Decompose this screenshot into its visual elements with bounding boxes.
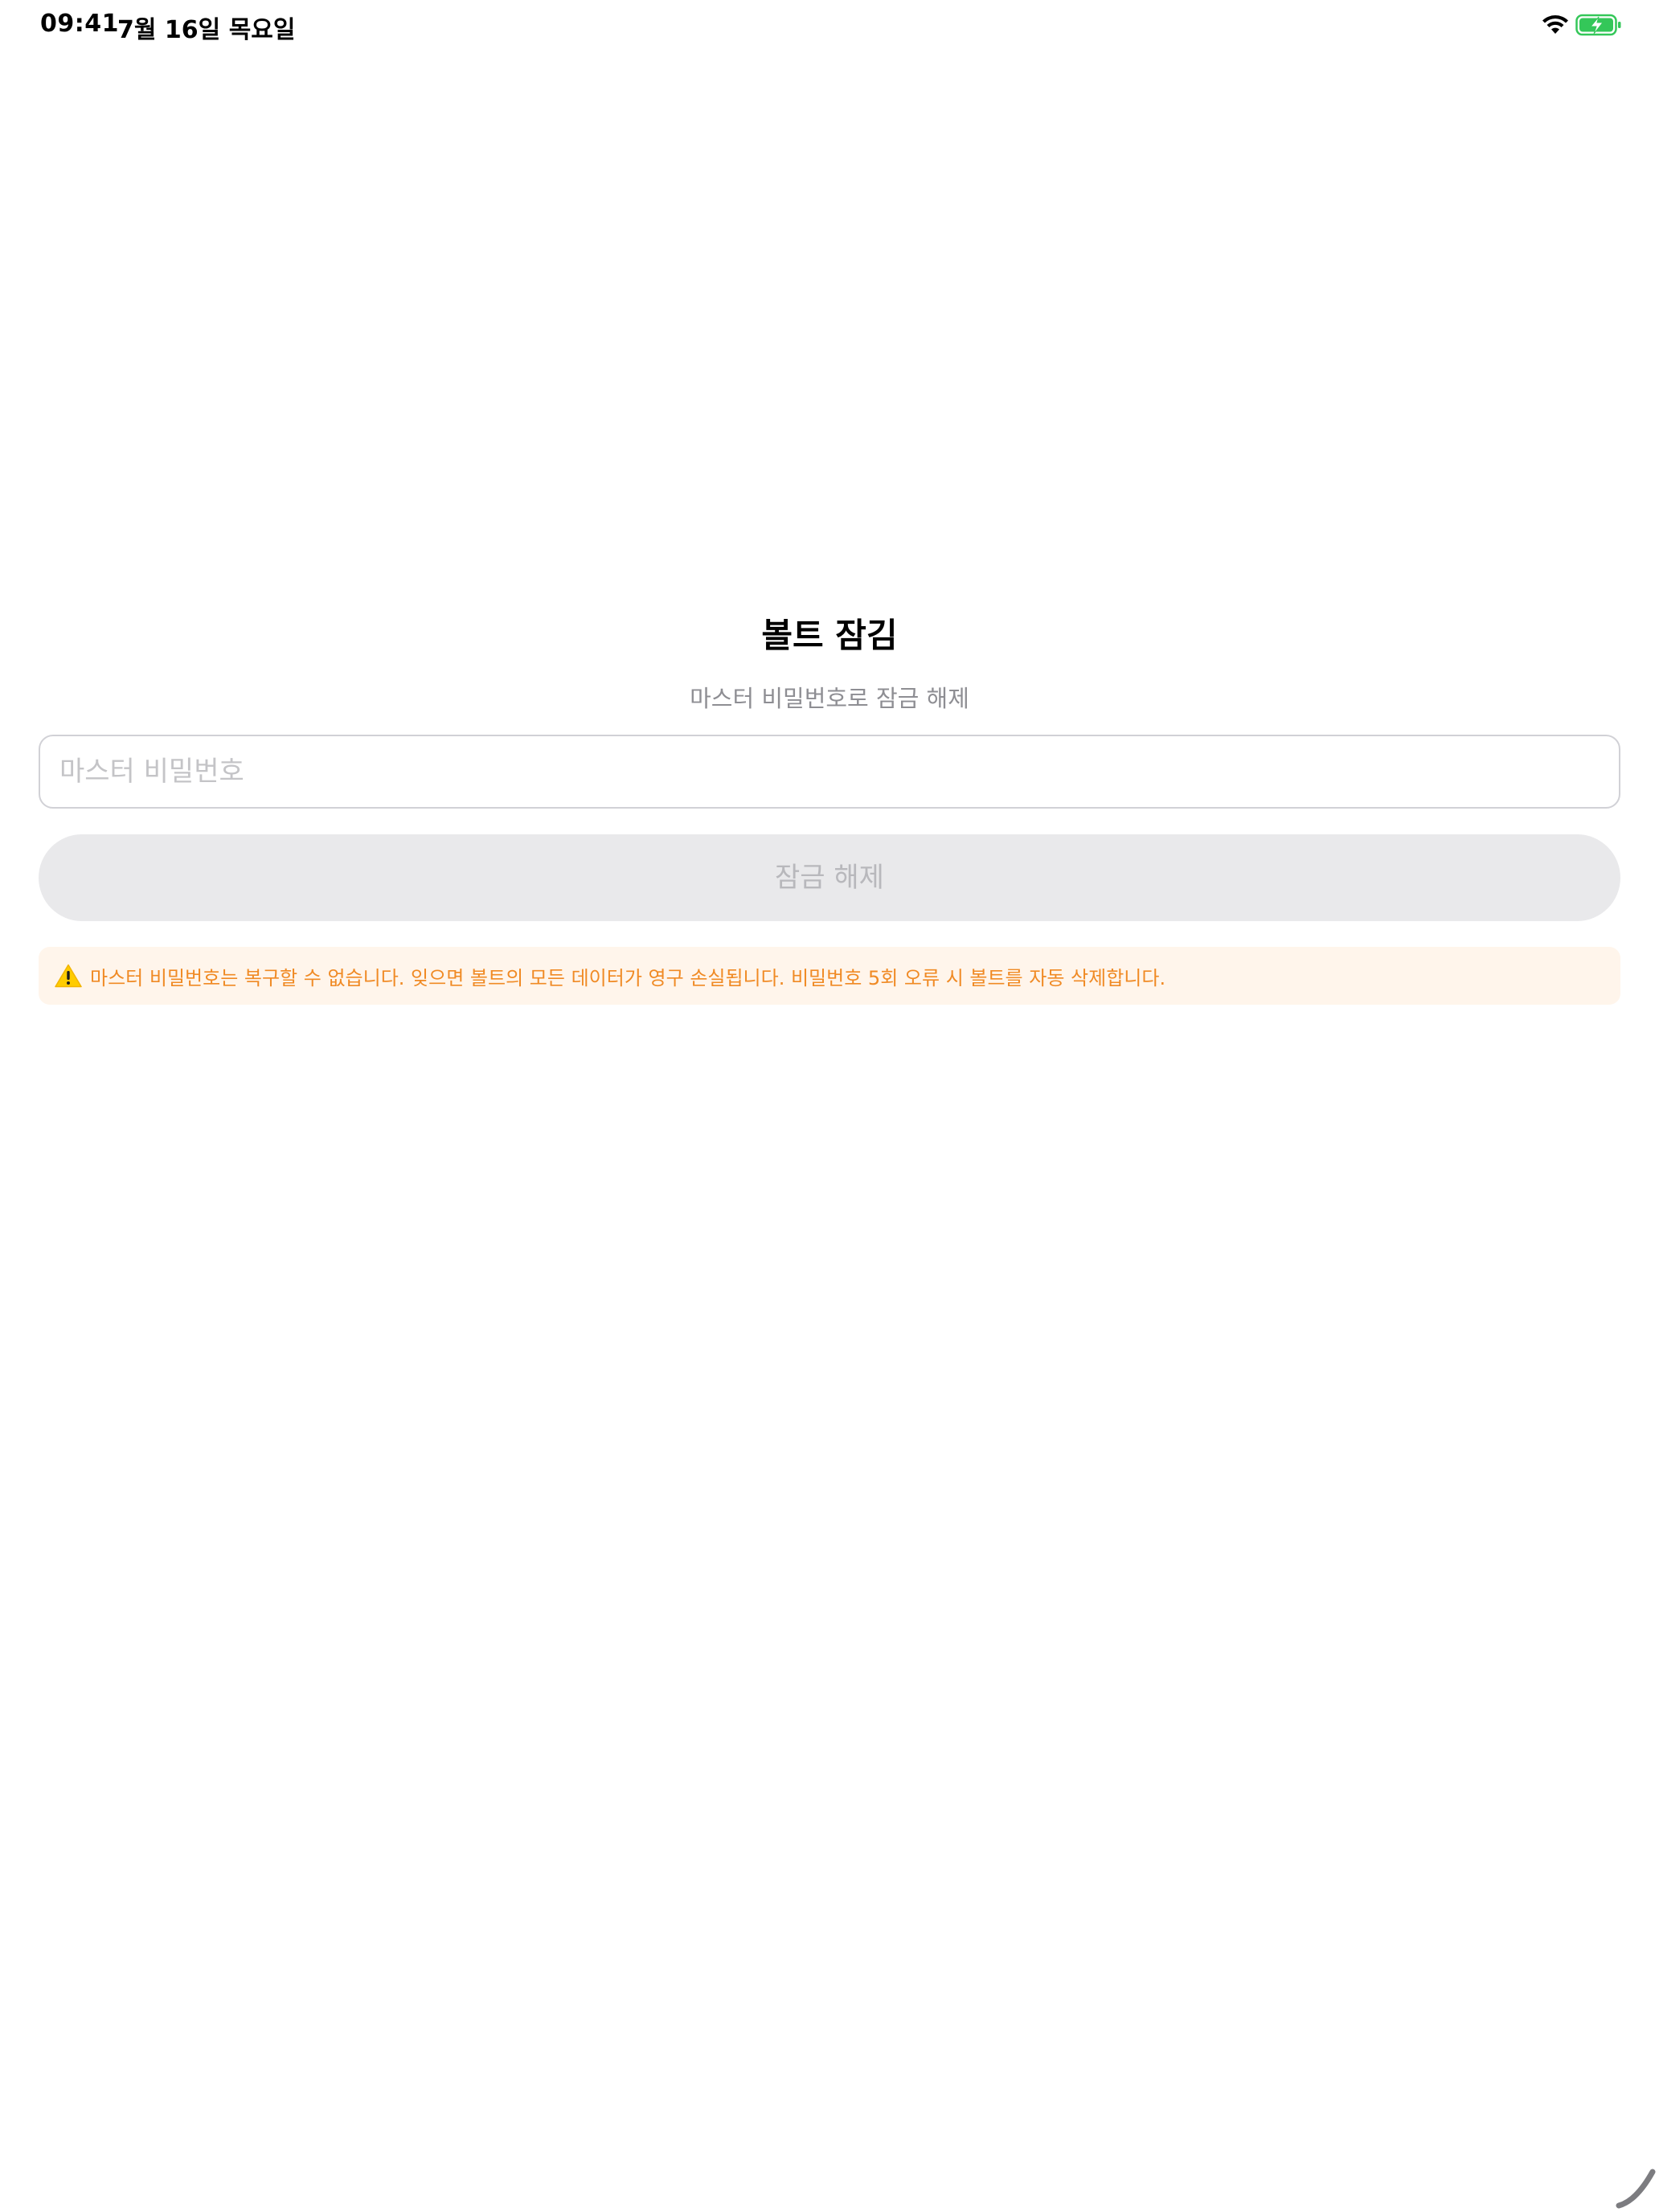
status-time: 09:41 <box>40 10 119 38</box>
warning-banner: 마스터 비밀번호는 복구할 수 없습니다. 잊으면 볼트의 모든 데이터가 영구… <box>39 947 1620 1005</box>
master-password-input[interactable] <box>39 735 1620 809</box>
warning-icon <box>55 964 82 988</box>
status-bar: 09:41 7월 16일 목요일 <box>0 0 1659 51</box>
unlock-button[interactable]: 잠금 해제 <box>39 834 1620 921</box>
wifi-icon <box>1542 15 1568 34</box>
page-subtitle: 마스터 비밀번호로 잠금 해제 <box>690 685 969 712</box>
vault-lock-screen: 09:41 7월 16일 목요일 볼트 잠김 마스터 비밀번호로 잠금 해제 잠… <box>0 0 1659 2212</box>
status-date: 7월 16일 목요일 <box>117 16 296 44</box>
corner-handle-icon <box>1616 2169 1656 2209</box>
warning-text: 마스터 비밀번호는 복구할 수 없습니다. 잊으면 볼트의 모든 데이터가 영구… <box>90 966 1166 989</box>
battery-charging-icon <box>1575 14 1621 36</box>
page-title: 볼트 잠김 <box>761 616 898 655</box>
